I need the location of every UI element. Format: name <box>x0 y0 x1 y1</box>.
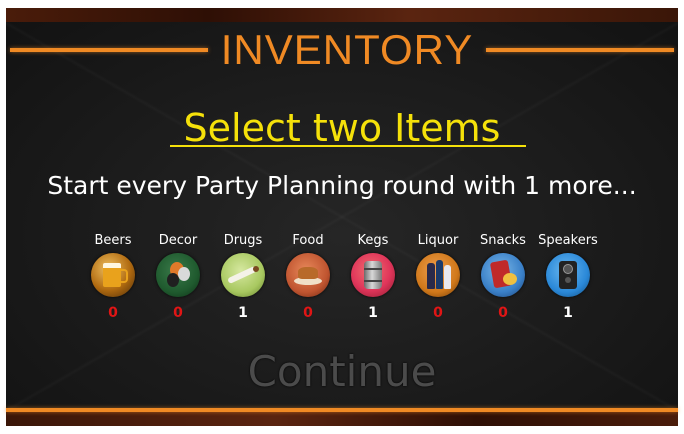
item-label: Snacks <box>480 233 526 248</box>
item-liquor[interactable]: Liquor 0 <box>405 232 471 324</box>
joint-icon[interactable] <box>221 253 265 297</box>
item-count: 0 <box>433 305 443 321</box>
bottom-divider <box>6 408 678 412</box>
balloons-icon[interactable] <box>156 253 200 297</box>
item-label: Liquor <box>417 233 459 248</box>
beer-mug-icon[interactable] <box>91 253 135 297</box>
food-plate-icon[interactable] <box>286 253 330 297</box>
item-count: 0 <box>498 305 508 321</box>
screen-title: INVENTORY <box>220 26 474 73</box>
title-divider-right <box>486 48 674 52</box>
heading-underline <box>170 145 526 147</box>
instruction-description: Start every Party Planning round with 1 … <box>47 171 637 200</box>
item-drugs[interactable]: Drugs 1 <box>210 232 276 324</box>
item-decor[interactable]: Decor 0 <box>145 232 211 324</box>
continue-button[interactable]: Continue <box>222 344 462 400</box>
bottom-border <box>6 412 678 426</box>
item-label: Kegs <box>357 233 389 248</box>
item-label: Speakers <box>538 233 598 248</box>
item-label: Drugs <box>223 233 263 248</box>
speaker-icon[interactable] <box>546 253 590 297</box>
item-food[interactable]: Food 0 <box>275 232 341 324</box>
item-count: 0 <box>108 305 118 321</box>
item-kegs[interactable]: Kegs 1 <box>340 232 406 324</box>
item-count: 1 <box>238 305 248 321</box>
item-count: 1 <box>368 305 378 321</box>
item-count: 0 <box>303 305 313 321</box>
title-divider-left <box>10 48 208 52</box>
chips-bag-icon[interactable] <box>481 253 525 297</box>
item-label: Food <box>292 233 324 248</box>
item-snacks[interactable]: Snacks 0 <box>470 232 536 324</box>
item-count: 0 <box>173 305 183 321</box>
item-selection-row: Beers 0 Decor 0 Drugs 1 Food 0 Kegs 1 Li… <box>80 232 620 324</box>
item-beers[interactable]: Beers 0 <box>80 232 146 324</box>
keg-icon[interactable] <box>351 253 395 297</box>
item-count: 1 <box>563 305 573 321</box>
liquor-bottles-icon[interactable] <box>416 253 460 297</box>
top-border <box>6 8 678 22</box>
item-speakers[interactable]: Speakers 1 <box>535 232 601 324</box>
game-screen: INVENTORY Select two Items Start every P… <box>0 0 684 434</box>
item-label: Beers <box>94 233 132 248</box>
item-label: Decor <box>158 233 198 248</box>
